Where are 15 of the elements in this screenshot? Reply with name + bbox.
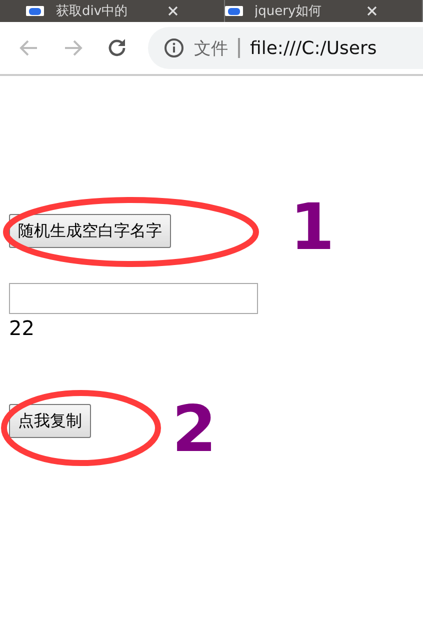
output-text: 22 <box>9 315 34 342</box>
info-icon[interactable] <box>164 38 184 58</box>
annotation-number: 1 <box>290 196 335 260</box>
annotation-number: 2 <box>172 398 217 462</box>
address-bar[interactable]: 文件 file:///C:/Users <box>148 27 423 69</box>
reload-icon[interactable] <box>106 37 128 59</box>
favicon-icon <box>26 6 44 16</box>
close-icon[interactable] <box>168 6 178 16</box>
generate-name-button[interactable]: 随机生成空白字名字 <box>9 214 171 248</box>
security-label: 文件 <box>194 38 228 60</box>
url-text: file:///C:/Users <box>250 38 377 58</box>
favicon-icon <box>224 6 242 16</box>
close-icon[interactable] <box>366 6 376 16</box>
copy-button[interactable]: 点我复制 <box>9 404 91 438</box>
input-field[interactable] <box>9 283 258 314</box>
